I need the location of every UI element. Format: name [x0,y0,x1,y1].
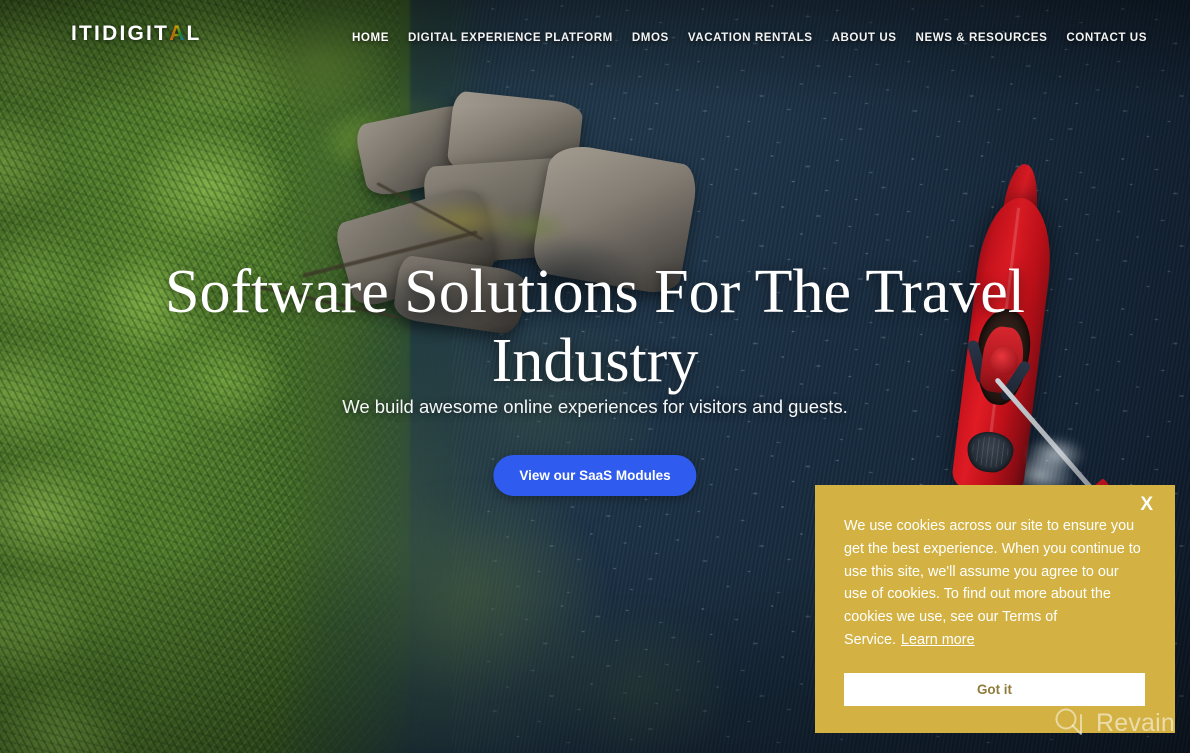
cookie-message: We use cookies across our site to ensure… [844,515,1142,652]
cookie-accept-button[interactable]: Got it [844,673,1145,706]
cookie-message-text: We use cookies across our site to ensure… [844,518,1141,648]
logo-prefix: ITIDIGIT [71,22,170,45]
nav-item-digital-experience-platform[interactable]: DIGITAL EXPERIENCE PLATFORM [408,31,632,44]
page-root: ITIDIGIT A L HOME DIGITAL EXPERIENCE PLATF… [0,0,1190,753]
close-icon[interactable]: X [1134,491,1159,518]
main-navigation: HOME DIGITAL EXPERIENCE PLATFORM DMOS VA… [352,31,1147,44]
nav-item-home[interactable]: HOME [352,31,408,44]
site-logo[interactable]: ITIDIGIT A L [71,22,202,46]
nav-item-news-and-resources[interactable]: NEWS & RESOURCES [916,31,1067,44]
nav-item-vacation-rentals[interactable]: VACATION RENTALS [688,31,832,44]
logo-accent-letter: A [169,22,187,45]
nav-item-about-us[interactable]: ABOUT US [832,31,916,44]
logo-suffix: L [186,22,202,45]
cookie-consent-banner: X We use cookies across our site to ensu… [815,485,1175,733]
view-saas-modules-button[interactable]: View our SaaS Modules [493,455,697,496]
cookie-learn-more-link[interactable]: Learn more [901,632,975,648]
nav-item-contact-us[interactable]: CONTACT US [1066,31,1147,44]
site-header: ITIDIGIT A L HOME DIGITAL EXPERIENCE PLATF… [0,0,1190,72]
nav-item-dmos[interactable]: DMOS [632,31,688,44]
